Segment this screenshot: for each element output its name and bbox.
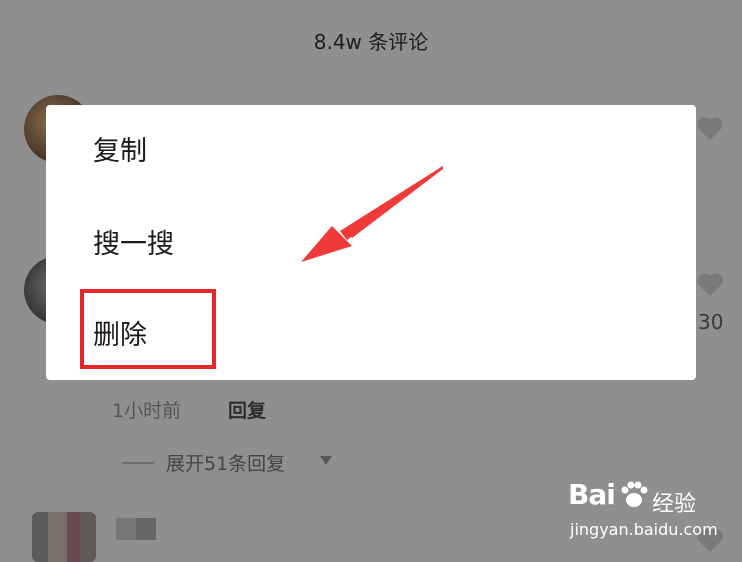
annotation-arrow-icon bbox=[301, 166, 443, 262]
watermark-url: jingyan.baidu.com bbox=[570, 520, 718, 539]
watermark-suffix: 经验 bbox=[652, 492, 697, 517]
watermark-brand: Bai bbox=[568, 478, 616, 511]
baidu-jingyan-watermark: Bai 经验 jingyan.baidu.com bbox=[568, 478, 738, 548]
paw-logo-icon bbox=[621, 481, 648, 507]
